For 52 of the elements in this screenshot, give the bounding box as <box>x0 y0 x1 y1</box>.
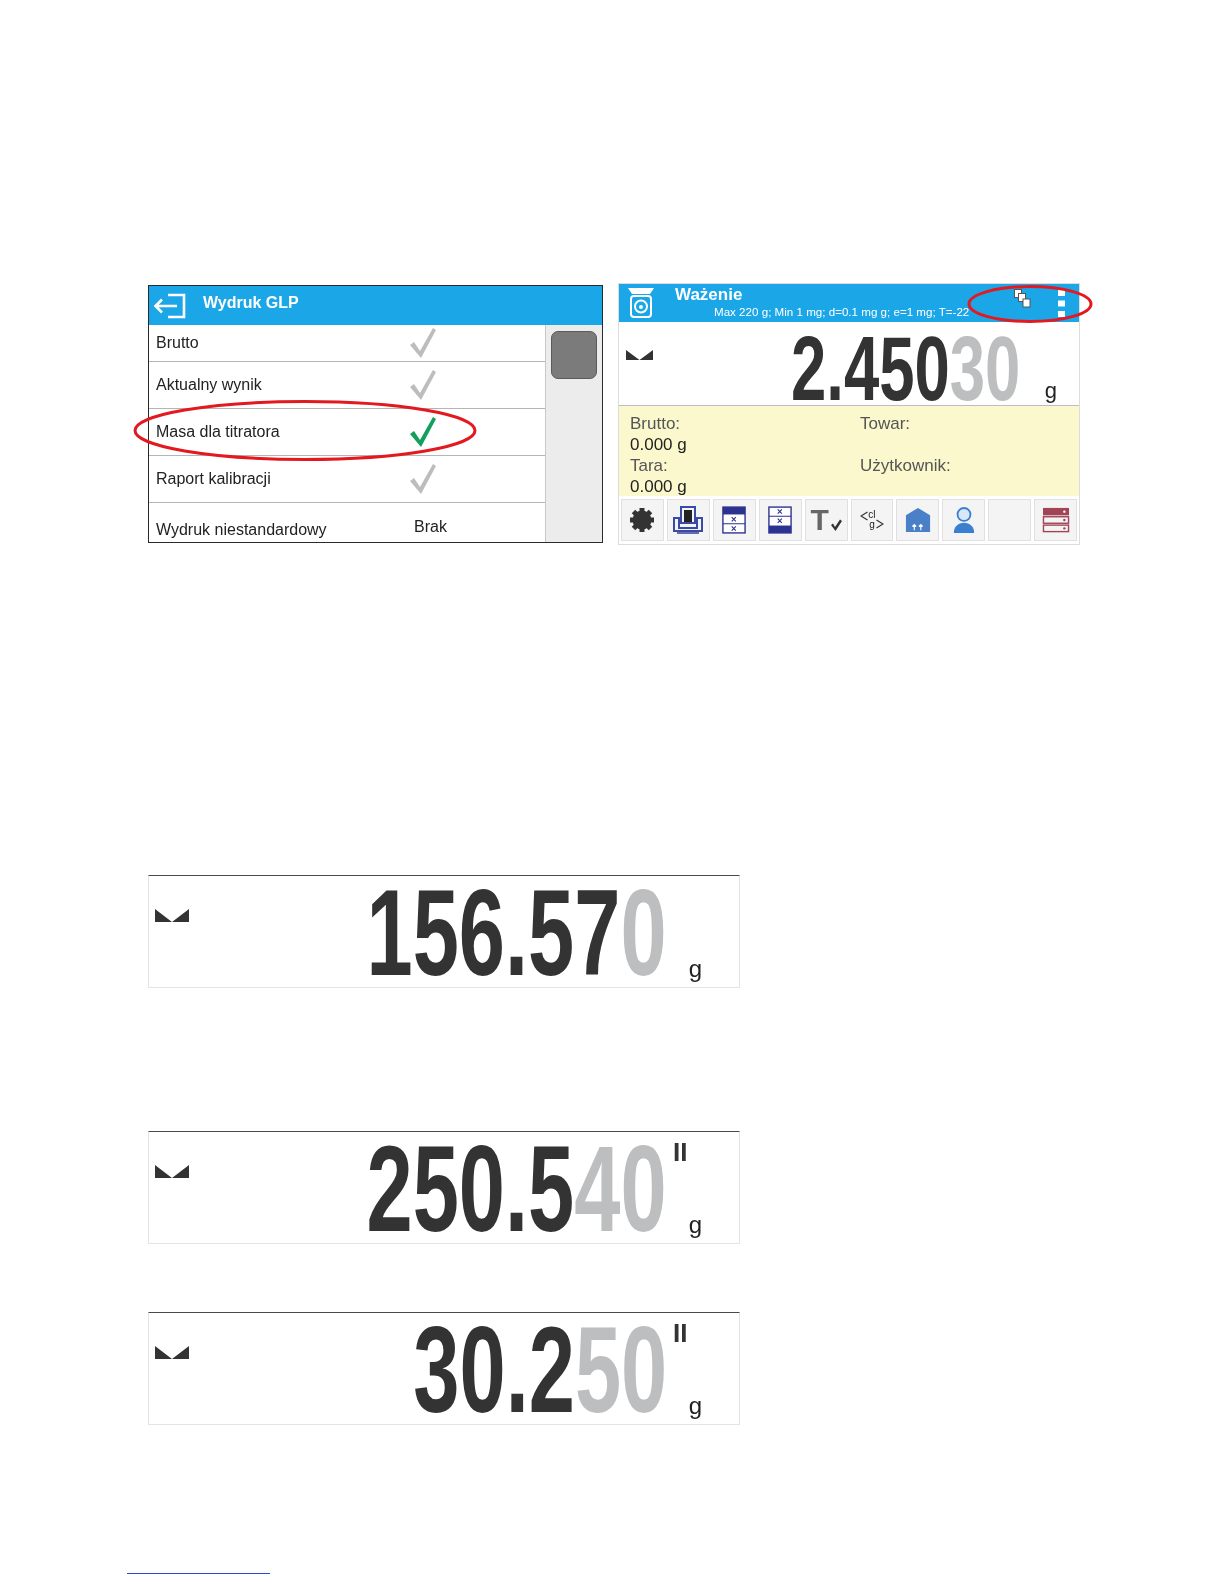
info-label: Towar: <box>860 413 911 434</box>
extra-digits: 40 <box>574 1143 667 1234</box>
device-icon <box>673 506 704 534</box>
weight-reading: 156.57 <box>366 887 621 978</box>
list-item[interactable]: Wydruk niestandardowy Brak <box>149 503 545 542</box>
range-mark: II <box>672 1320 688 1346</box>
unit-label: g <box>688 1394 702 1418</box>
menu-icon[interactable] <box>1058 289 1065 317</box>
list-item[interactable]: Brutto <box>149 325 545 362</box>
weight-reading: 250.5 <box>366 1143 575 1234</box>
stability-icon <box>155 1165 189 1178</box>
stability-icon <box>155 909 189 922</box>
panel-icon <box>722 506 747 534</box>
package-icon <box>904 507 931 533</box>
toolbar-button[interactable] <box>758 499 802 541</box>
screen-title: Ważenie <box>675 285 744 305</box>
extra-digits: 0 <box>620 887 667 978</box>
check-icon <box>829 519 842 531</box>
info-label: Tara: <box>630 455 668 476</box>
info-value: 0.000 g <box>630 476 687 497</box>
unit-label: g <box>688 957 702 981</box>
extra-digits: 30 <box>950 336 1021 403</box>
unit-label: g <box>688 1213 702 1237</box>
toolbar-button[interactable]: cl g <box>850 499 894 541</box>
scale-icon <box>627 287 655 319</box>
gear-icon <box>629 507 656 533</box>
stability-icon <box>155 1346 189 1359</box>
value-text: Brak <box>414 518 448 536</box>
extra-digits: 50 <box>574 1324 667 1415</box>
info-value: 0.000 g <box>630 434 687 455</box>
panel-icon <box>768 506 793 534</box>
unit-label: g <box>1044 380 1057 402</box>
scale-specs-text: Max 220 g; Min 1 mg; d=0.1 mg g; e=1 mg; T=-22 <box>714 305 970 318</box>
stacked-squares-icon[interactable] <box>1014 289 1031 308</box>
toolbar-button[interactable] <box>621 499 664 541</box>
server-icon <box>1041 507 1070 533</box>
weight-reading: 2.450 <box>791 336 951 403</box>
range-mark: II <box>672 1139 688 1165</box>
user-icon <box>951 506 976 534</box>
toolbar-button[interactable] <box>712 499 756 541</box>
list-item[interactable]: Raport kalibracji <box>149 456 545 503</box>
toolbar-button[interactable] <box>666 499 710 541</box>
list-item[interactable]: Masa dla titratora <box>149 409 545 456</box>
toolbar-button[interactable]: T <box>804 499 848 541</box>
info-label: Brutto: <box>630 413 681 434</box>
weight-reading: 30.2 <box>413 1324 575 1415</box>
scrollbar-thumb[interactable] <box>551 331 597 379</box>
back-icon[interactable] <box>153 292 187 319</box>
screen-title: Wydruk GLP <box>203 293 299 312</box>
stability-icon <box>626 350 653 360</box>
list-item[interactable]: Aktualny wynik <box>149 362 545 409</box>
info-label: Użytkownik: <box>860 455 951 476</box>
